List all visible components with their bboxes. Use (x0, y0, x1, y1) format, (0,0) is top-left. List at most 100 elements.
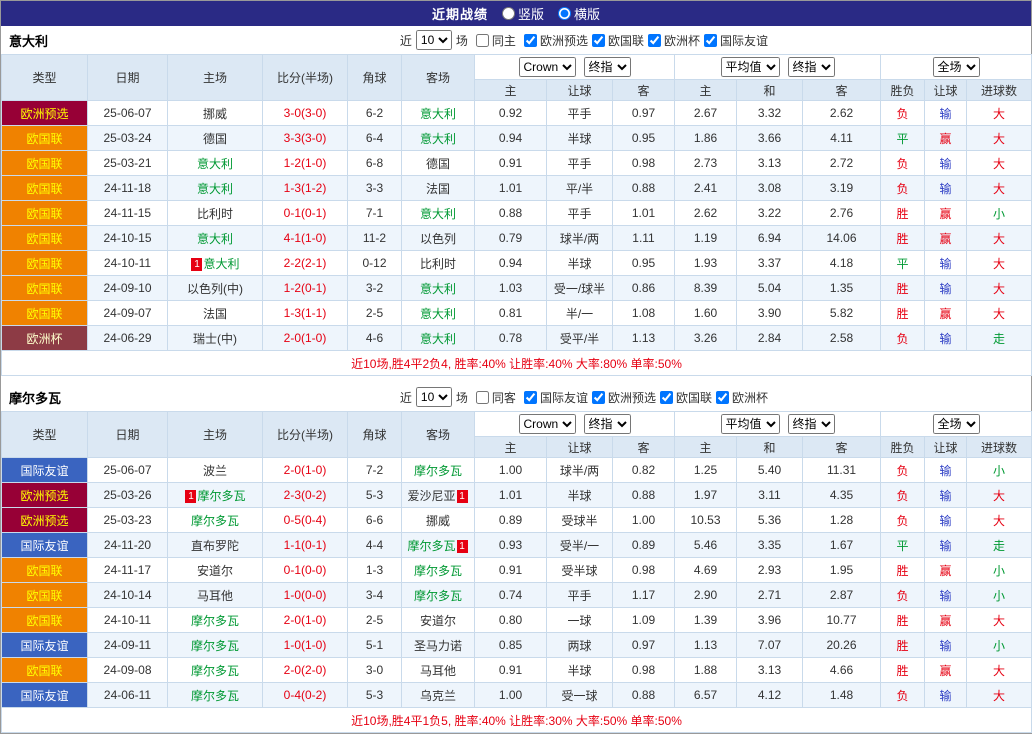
euro-stage-select[interactable]: 终指 (788, 414, 835, 434)
euro-source-select[interactable]: 平均值 (721, 57, 780, 77)
competition-checkbox[interactable] (704, 34, 717, 47)
col-header-corner: 角球 (348, 412, 402, 458)
euro-home-odds-cell: 6.57 (675, 683, 737, 708)
col-header-home: 主场 (168, 55, 263, 101)
away-team-cell: 马耳他 (402, 658, 475, 683)
scope-select[interactable]: 全场 (933, 414, 980, 434)
team-label: 摩尔多瓦 (191, 689, 239, 703)
match-type-cell: 欧洲预选 (2, 101, 88, 126)
recent-count-select[interactable]: 10 (416, 387, 452, 407)
team-label: 马耳他 (420, 664, 456, 678)
vertical-layout-radio[interactable] (502, 7, 515, 20)
summary-row: 近10场,胜4平1负5, 胜率:40% 让胜率:30% 大率:50% 单率:50… (2, 708, 1032, 733)
competition-checkbox[interactable] (524, 34, 537, 47)
team-section-moldova: 摩尔多瓦 近 10 场 同客 国际友谊欧洲预选欧国联欧洲杯 类型 (1, 383, 1031, 733)
result-cell: 负 (881, 483, 925, 508)
corner-cell: 5-3 (348, 483, 402, 508)
euro-home-odds-cell: 3.26 (675, 326, 737, 351)
scope-header: 全场 (881, 55, 1032, 80)
competition-filter[interactable]: 国际友谊 (520, 389, 588, 406)
competition-filter[interactable]: 欧洲预选 (588, 389, 656, 406)
team-label: 安道尔 (197, 564, 233, 578)
goals-result-cell: 大 (967, 101, 1032, 126)
same-venue-checkbox[interactable] (476, 391, 489, 404)
handicap-result-cell: 赢 (925, 301, 967, 326)
odds-stage-select[interactable]: 终指 (584, 57, 631, 77)
competition-checkbox[interactable] (716, 391, 729, 404)
same-venue-filter[interactable]: 同客 (472, 389, 516, 406)
euro-away-odds-cell: 1.95 (803, 558, 881, 583)
subcol-result: 胜负 (881, 437, 925, 458)
bookmaker-select[interactable]: Crown (519, 414, 576, 434)
scope-select[interactable]: 全场 (933, 57, 980, 77)
competition-label: 国际友谊 (540, 389, 588, 406)
matches-body: 欧洲预选25-06-07挪威3-0(3-0)6-2意大利0.92平手0.972.… (2, 101, 1032, 351)
same-venue-checkbox[interactable] (476, 34, 489, 47)
col-header-date: 日期 (88, 412, 168, 458)
competition-checkbox[interactable] (524, 391, 537, 404)
team-name: 摩尔多瓦 (9, 388, 61, 407)
home-team-cell: 意大利 (168, 226, 263, 251)
euro-away-odds-cell: 4.11 (803, 126, 881, 151)
competition-filter[interactable]: 欧国联 (656, 389, 712, 406)
col-header-score: 比分(半场) (263, 412, 348, 458)
match-row: 欧国联24-09-10以色列(中)1-2(0-1)3-2意大利1.03受一/球半… (2, 276, 1032, 301)
result-cell: 平 (881, 126, 925, 151)
result-cell: 胜 (881, 201, 925, 226)
competition-filter[interactable]: 国际友谊 (700, 32, 768, 49)
filter-bar: 意大利 近 10 场 同主 欧洲预选欧国联欧洲杯国际友谊 (1, 26, 1031, 54)
filters: 近 10 场 同主 欧洲预选欧国联欧洲杯国际友谊 (400, 30, 768, 50)
competition-checkbox[interactable] (660, 391, 673, 404)
match-date-cell: 24-11-17 (88, 558, 168, 583)
competition-checkbox[interactable] (592, 34, 605, 47)
competition-filter[interactable]: 欧国联 (588, 32, 644, 49)
competition-filter[interactable]: 欧洲预选 (520, 32, 588, 49)
corner-cell: 3-4 (348, 583, 402, 608)
odds-stage-select[interactable]: 终指 (584, 414, 631, 434)
competition-checkbox[interactable] (648, 34, 661, 47)
corner-cell: 7-2 (348, 458, 402, 483)
handicap-line-cell: 受半/一 (547, 533, 613, 558)
competition-filter[interactable]: 欧洲杯 (644, 32, 700, 49)
goals-result-cell: 大 (967, 301, 1032, 326)
euro-draw-odds-cell: 5.36 (737, 508, 803, 533)
score-text: 0-1(0-0) (284, 563, 327, 577)
handicap-line-cell: 一球 (547, 608, 613, 633)
euro-draw-odds-cell: 5.40 (737, 458, 803, 483)
handicap-result-cell: 赢 (925, 658, 967, 683)
match-type-cell: 欧国联 (2, 151, 88, 176)
competition-label: 欧国联 (608, 32, 644, 49)
score-cell: 1-0(1-0) (263, 633, 348, 658)
competition-filter[interactable]: 欧洲杯 (712, 389, 768, 406)
subcol-euro-home: 主 (675, 437, 737, 458)
match-date-cell: 24-09-10 (88, 276, 168, 301)
match-date-cell: 24-09-11 (88, 633, 168, 658)
layout-option-vertical[interactable]: 竖版 (502, 4, 544, 23)
team-label: 比利时 (420, 257, 456, 271)
result-cell: 平 (881, 251, 925, 276)
match-type-cell: 欧国联 (2, 301, 88, 326)
euro-away-odds-cell: 1.28 (803, 508, 881, 533)
match-row: 欧国联24-11-18意大利1-3(1-2)3-3法国1.01平/半0.882.… (2, 176, 1032, 201)
match-row: 欧国联24-10-111意大利2-2(2-1)0-12比利时0.94半球0.95… (2, 251, 1032, 276)
euro-draw-odds-cell: 2.71 (737, 583, 803, 608)
layout-option-horizontal[interactable]: 横版 (558, 4, 600, 23)
competition-checkbox[interactable] (592, 391, 605, 404)
match-row: 国际友谊25-06-07波兰2-0(1-0)7-2摩尔多瓦1.00球半/两0.8… (2, 458, 1032, 483)
bookmaker-select[interactable]: Crown (519, 57, 576, 77)
handicap-line-cell: 半球 (547, 126, 613, 151)
euro-source-select[interactable]: 平均值 (721, 414, 780, 434)
subcol-euro-draw: 和 (737, 437, 803, 458)
competition-label: 欧洲杯 (664, 32, 700, 49)
same-venue-filter[interactable]: 同主 (472, 32, 516, 49)
horizontal-layout-radio[interactable] (558, 7, 571, 20)
home-team-cell: 1意大利 (168, 251, 263, 276)
team-label: 安道尔 (420, 614, 456, 628)
euro-stage-select[interactable]: 终指 (788, 57, 835, 77)
handicap-away-odds-cell: 0.89 (613, 533, 675, 558)
recent-count-select[interactable]: 10 (416, 30, 452, 50)
corner-cell: 6-4 (348, 126, 402, 151)
goals-result-cell: 大 (967, 483, 1032, 508)
handicap-away-odds-cell: 0.82 (613, 458, 675, 483)
subcol-handicap-result: 让球 (925, 437, 967, 458)
